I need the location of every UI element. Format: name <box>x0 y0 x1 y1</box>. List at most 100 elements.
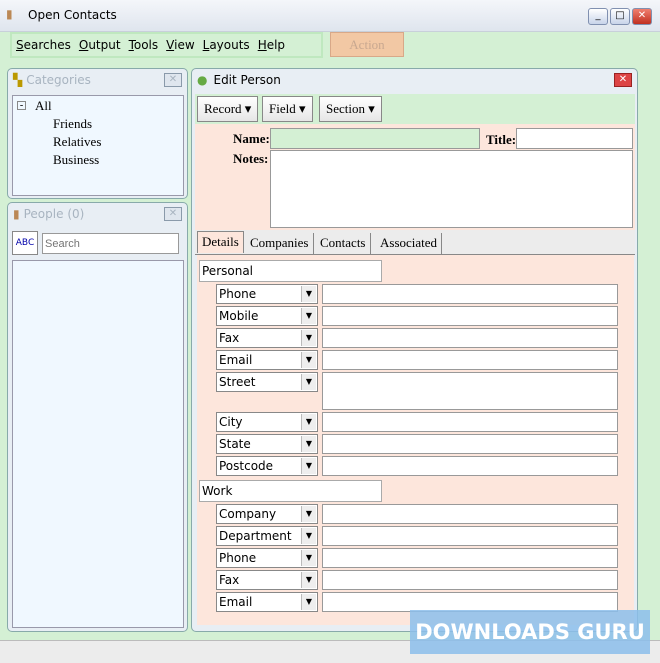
field-type-select[interactable]: Street ▼ <box>216 372 318 392</box>
field-value-input[interactable] <box>322 548 618 568</box>
field-type-label: Fax <box>219 573 240 587</box>
field-value-input[interactable] <box>322 592 618 612</box>
field-value-input[interactable] <box>322 306 618 326</box>
menu-searches[interactable]: Searches <box>16 38 71 52</box>
notes-label: Notes: <box>233 151 269 166</box>
field-value-input[interactable] <box>322 456 618 476</box>
field-value-input[interactable] <box>322 284 618 304</box>
header-fields: Name: Title: Notes: <box>195 124 635 230</box>
title-bar: ▮ Open Contacts _ □ ✕ <box>0 0 660 32</box>
field-type-label: Mobile <box>219 309 259 323</box>
title-label: Title: <box>486 132 517 147</box>
field-value-input[interactable] <box>322 412 618 432</box>
field-type-select[interactable]: Fax ▼ <box>216 570 318 590</box>
field-type-label: Street <box>219 375 256 389</box>
field-type-select[interactable]: City ▼ <box>216 412 318 432</box>
details-pane: Personal Phone ▼ Mobile ▼ Fax ▼ Email ▼ Street ▼ Ci… <box>197 255 634 625</box>
menu-help[interactable]: Help <box>258 38 285 52</box>
field-type-select[interactable]: Email ▼ <box>216 592 318 612</box>
field-type-select[interactable]: Postcode ▼ <box>216 456 318 476</box>
section-work[interactable]: Work <box>199 480 382 502</box>
menu-output[interactable]: Output <box>79 38 121 52</box>
field-type-label: Email <box>219 595 253 609</box>
chevron-down-icon: ▼ <box>301 528 316 544</box>
chevron-down-icon: ▼ <box>301 506 316 522</box>
field-type-label: Department <box>219 529 292 543</box>
categories-tree: - All Friends Relatives Business <box>12 95 184 196</box>
field-value-input[interactable] <box>322 434 618 454</box>
chevron-down-icon: ▼ <box>301 414 316 430</box>
sort-abc-button[interactable]: ABC <box>12 231 38 255</box>
section-menu-button[interactable]: Section ▾ <box>319 96 382 122</box>
field-type-label: Email <box>219 353 253 367</box>
chevron-down-icon: ▼ <box>301 572 316 588</box>
field-value-input[interactable] <box>322 526 618 546</box>
field-value-input[interactable] <box>322 504 618 524</box>
window-title: Open Contacts <box>28 8 117 22</box>
edit-close-button[interactable]: ✕ <box>614 73 632 87</box>
categories-close-button[interactable]: ✕ <box>164 73 182 87</box>
maximize-button[interactable]: □ <box>610 8 630 25</box>
field-type-select[interactable]: Company ▼ <box>216 504 318 524</box>
field-type-select[interactable]: Phone ▼ <box>216 284 318 304</box>
field-value-input[interactable] <box>322 372 618 410</box>
tree-item-all[interactable]: All <box>35 98 52 114</box>
people-title: People <box>23 207 64 221</box>
field-type-select[interactable]: Fax ▼ <box>216 328 318 348</box>
menu-view[interactable]: View <box>166 38 194 52</box>
field-type-label: State <box>219 437 251 451</box>
tree-item-friends[interactable]: Friends <box>53 116 92 132</box>
collapse-icon[interactable]: - <box>17 101 26 111</box>
edit-person-title: Edit Person <box>213 73 281 87</box>
people-search-input[interactable] <box>42 233 179 254</box>
chevron-down-icon: ▼ <box>301 436 316 452</box>
edit-toolbar <box>195 94 635 124</box>
field-value-input[interactable] <box>322 350 618 370</box>
field-value-input[interactable] <box>322 328 618 348</box>
field-menu-button[interactable]: Field ▾ <box>262 96 313 122</box>
field-type-label: Fax <box>219 331 240 345</box>
categories-icon: ▚ <box>13 73 23 87</box>
section-personal[interactable]: Personal <box>199 260 382 282</box>
people-close-button[interactable]: ✕ <box>164 207 182 221</box>
tree-item-business[interactable]: Business <box>53 152 99 168</box>
app-icon: ▮ <box>6 7 13 21</box>
record-menu-button[interactable]: Record ▾ <box>197 96 259 122</box>
field-type-select[interactable]: Mobile ▼ <box>216 306 318 326</box>
people-icon: ▮ <box>13 207 20 221</box>
chevron-down-icon: ▼ <box>301 550 316 566</box>
tab-contacts[interactable]: Contacts <box>316 233 371 255</box>
action-button[interactable]: Action <box>330 32 404 57</box>
chevron-down-icon: ▼ <box>301 458 316 474</box>
field-type-label: Phone <box>219 287 257 301</box>
chevron-down-icon: ▼ <box>301 330 316 346</box>
minimize-button[interactable]: _ <box>588 8 608 25</box>
notes-textarea[interactable] <box>270 150 633 228</box>
categories-panel: ▚ Categories ✕ - All Friends Relatives B… <box>7 68 188 199</box>
people-count: (0) <box>67 207 85 221</box>
categories-title: Categories <box>26 73 91 87</box>
people-list <box>12 260 184 628</box>
person-icon: ● <box>197 73 208 87</box>
menu-tools[interactable]: Tools <box>129 38 159 52</box>
tab-details[interactable]: Details <box>197 231 244 253</box>
close-button[interactable]: ✕ <box>632 8 652 25</box>
chevron-down-icon: ▼ <box>301 374 316 390</box>
menu-bar: Searches Output Tools View Layouts Help <box>10 32 323 58</box>
field-type-select[interactable]: Phone ▼ <box>216 548 318 568</box>
name-input[interactable] <box>270 128 480 149</box>
tab-companies[interactable]: Companies <box>246 233 314 255</box>
field-type-label: City <box>219 415 243 429</box>
watermark: DOWNLOADS GURU <box>410 610 650 654</box>
chevron-down-icon: ▼ <box>301 308 316 324</box>
title-input[interactable] <box>516 128 633 149</box>
field-type-select[interactable]: Email ▼ <box>216 350 318 370</box>
field-value-input[interactable] <box>322 570 618 590</box>
field-type-select[interactable]: State ▼ <box>216 434 318 454</box>
tab-associated[interactable]: Associated <box>376 233 443 255</box>
menu-layouts[interactable]: Layouts <box>203 38 250 52</box>
field-type-select[interactable]: Department ▼ <box>216 526 318 546</box>
tree-item-relatives[interactable]: Relatives <box>53 134 101 150</box>
field-type-label: Postcode <box>219 459 274 473</box>
chevron-down-icon: ▼ <box>301 594 316 610</box>
